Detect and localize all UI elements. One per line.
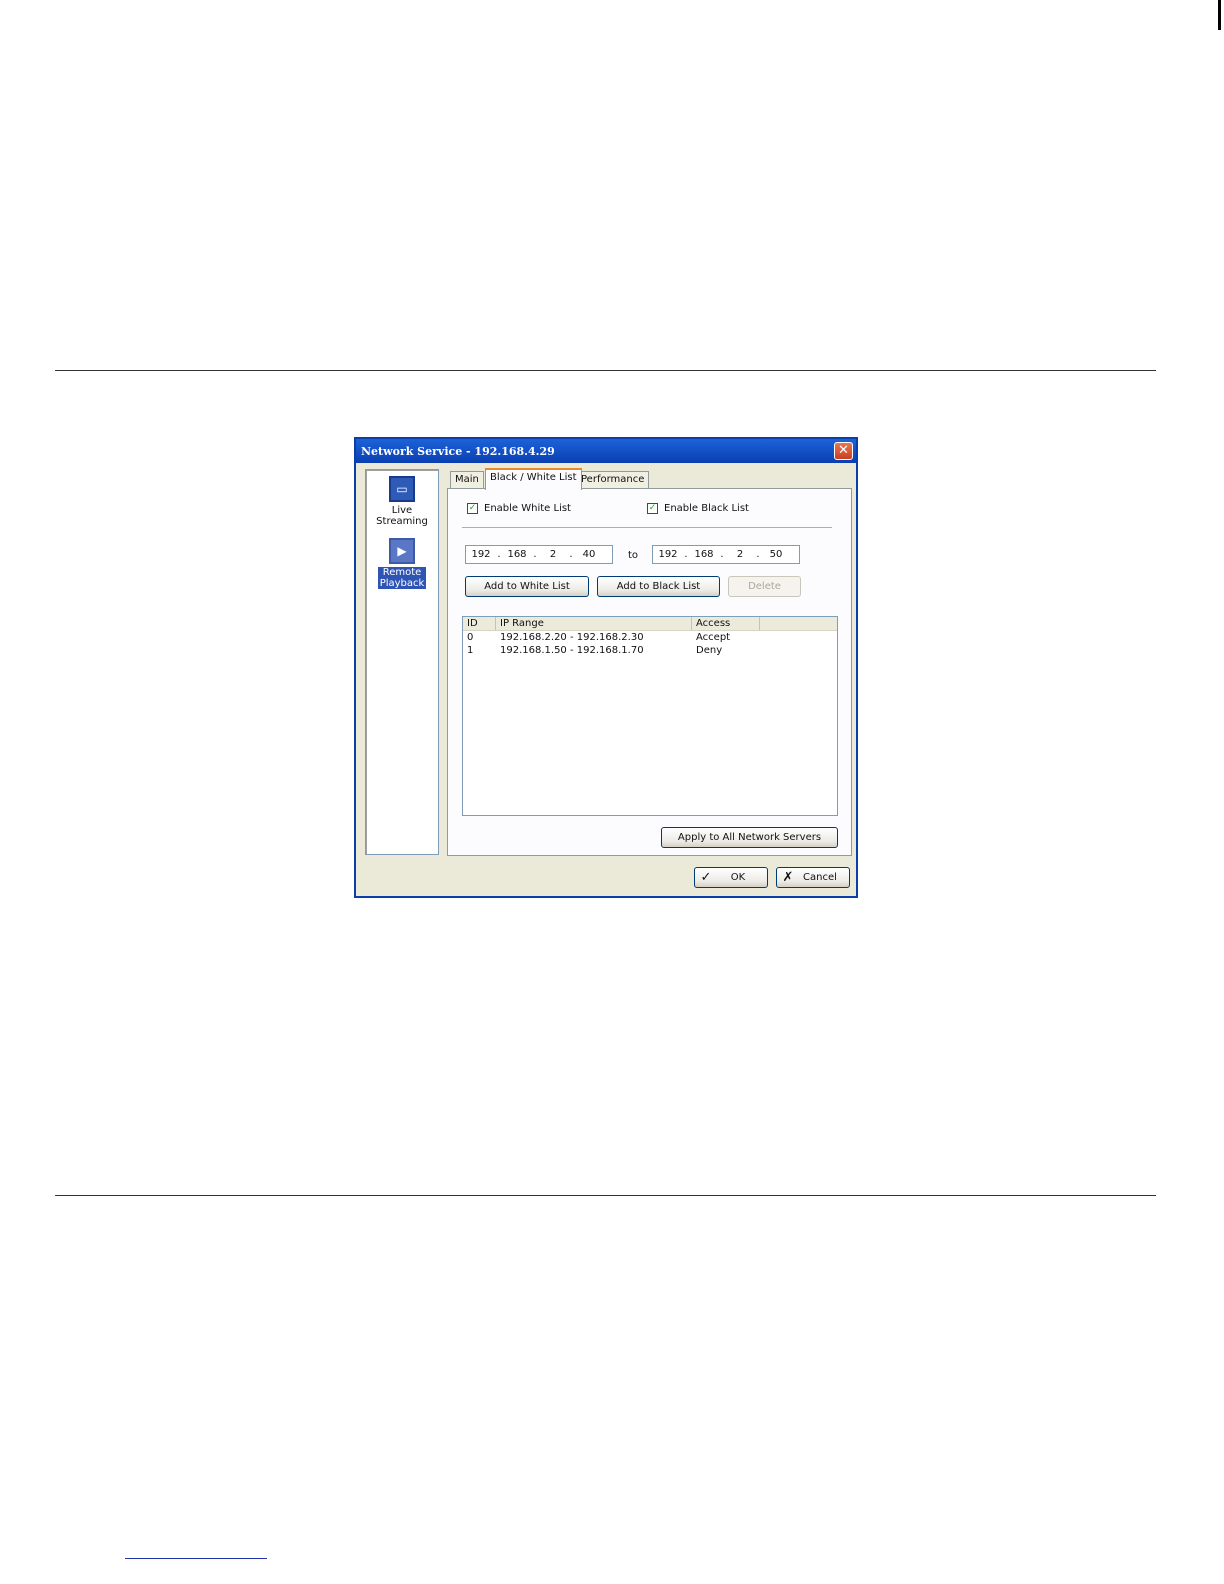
bottom-divider	[55, 1195, 1156, 1196]
delete-button[interactable]: Delete	[728, 576, 801, 597]
titlebar: Network Service - 192.168.4.29 ✕	[356, 439, 856, 463]
cell-id: 1	[467, 645, 474, 656]
cell-id: 0	[467, 632, 474, 643]
add-to-white-list-button[interactable]: Add to White List	[465, 576, 589, 597]
top-divider	[55, 370, 1156, 371]
close-icon: ✕	[838, 443, 849, 458]
black-white-list-panel: ✓ Enable White List ✓ Enable Black List …	[447, 488, 852, 856]
service-sidebar: ▭ Live Streaming ▶ Remote Playback	[365, 469, 439, 855]
cell-access: Deny	[696, 645, 723, 656]
column-header-empty	[760, 617, 837, 630]
ip-from-input[interactable]: 192. 168. 2. 40	[465, 545, 613, 564]
add-to-black-list-button[interactable]: Add to Black List	[597, 576, 720, 597]
checkmark-icon: ✓	[467, 503, 478, 514]
network-service-dialog: Network Service - 192.168.4.29 ✕ ▭ Live …	[354, 437, 858, 898]
checkmark-icon: ✓	[647, 503, 658, 514]
x-icon: ✗	[782, 870, 794, 885]
cancel-button[interactable]: ✗ Cancel	[776, 867, 850, 888]
enable-black-list-label: Enable Black List	[664, 503, 749, 514]
tab-black-white-list[interactable]: Black / White List	[485, 468, 582, 490]
cell-ip-range: 192.168.1.50 - 192.168.1.70	[500, 645, 644, 656]
column-header-id[interactable]: ID	[463, 617, 496, 630]
tab-main[interactable]: Main	[450, 471, 484, 489]
apply-to-all-network-servers-button[interactable]: Apply to All Network Servers	[661, 827, 838, 848]
enable-black-list-checkbox[interactable]: ✓ Enable Black List	[647, 503, 749, 514]
separator	[462, 527, 832, 528]
table-row[interactable]: 0 192.168.2.20 - 192.168.2.30 Accept	[463, 631, 837, 644]
ip-list-table[interactable]: ID IP Range Access 0 192.168.2.20 - 192.…	[462, 616, 838, 816]
cell-access: Accept	[696, 632, 731, 643]
sidebar-item-remote-playback[interactable]: ▶ Remote Playback	[366, 538, 438, 589]
sidebar-item-label: Live Streaming	[376, 505, 428, 527]
enable-white-list-label: Enable White List	[484, 503, 571, 514]
ip-to-input[interactable]: 192. 168. 2. 50	[652, 545, 800, 564]
checkmark-icon: ✓	[700, 870, 712, 885]
page-corner-mark	[1218, 0, 1221, 30]
list-header: ID IP Range Access	[463, 617, 837, 631]
enable-white-list-checkbox[interactable]: ✓ Enable White List	[467, 503, 571, 514]
tab-performance[interactable]: Performance	[576, 471, 650, 489]
ok-button[interactable]: ✓ OK	[694, 867, 768, 888]
column-header-access[interactable]: Access	[692, 617, 760, 630]
close-button[interactable]: ✕	[834, 442, 853, 460]
sidebar-item-label: Remote Playback	[377, 567, 427, 589]
footer-link-underline[interactable]	[125, 1558, 267, 1559]
dialog-title: Network Service - 192.168.4.29	[361, 444, 555, 458]
to-label: to	[628, 550, 639, 561]
cell-ip-range: 192.168.2.20 - 192.168.2.30	[500, 632, 644, 643]
play-icon: ▶	[389, 538, 415, 564]
table-row[interactable]: 1 192.168.1.50 - 192.168.1.70 Deny	[463, 644, 837, 657]
monitor-icon: ▭	[389, 476, 415, 502]
column-header-ip-range[interactable]: IP Range	[496, 617, 692, 630]
sidebar-item-live-streaming[interactable]: ▭ Live Streaming	[366, 476, 438, 527]
